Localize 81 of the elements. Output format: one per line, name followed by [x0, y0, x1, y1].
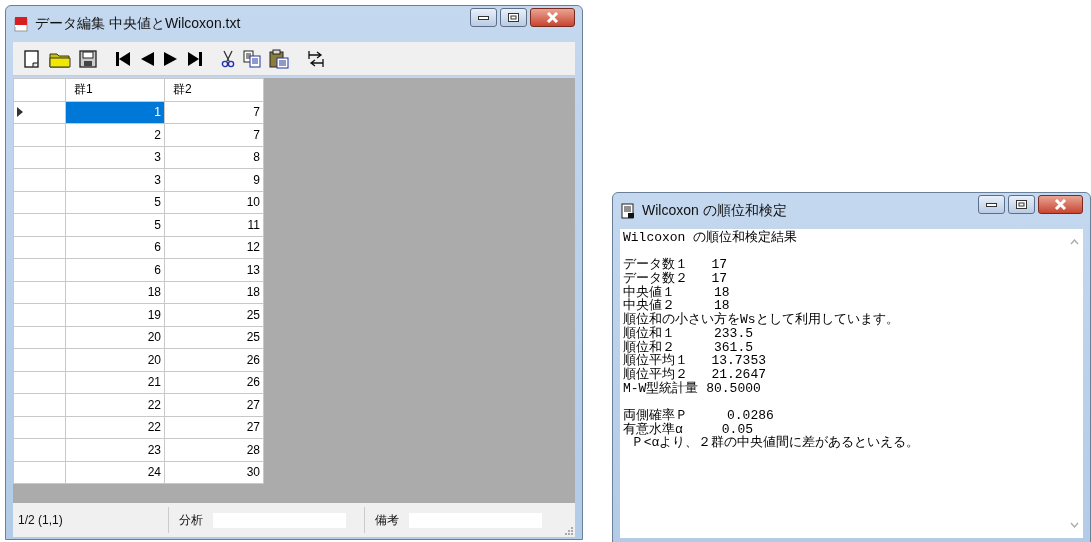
save-icon [79, 49, 97, 68]
previous-icon [139, 50, 155, 67]
scroll-up-icon [1070, 239, 1079, 245]
table-cell[interactable]: 7 [164, 123, 264, 146]
table-cell[interactable]: 10 [164, 191, 264, 214]
table-cell[interactable]: 5 [65, 191, 165, 214]
scroll-down-icon [1070, 522, 1079, 528]
maximize-icon [1016, 200, 1027, 209]
table-cell[interactable]: 7 [164, 101, 264, 124]
minimize-icon [478, 15, 489, 20]
notebook-icon [13, 16, 29, 32]
table-cell[interactable]: 25 [164, 303, 264, 326]
table-cell[interactable]: 11 [164, 213, 264, 236]
table-cell[interactable]: 21 [65, 371, 165, 394]
result-line: データ数１ 17 [623, 258, 728, 273]
last-record-icon [187, 50, 203, 67]
corner-cell [13, 78, 66, 101]
result-line: 順位平均２ 21.2647 [623, 367, 767, 382]
paste-icon [269, 48, 289, 69]
resize-grip-icon [565, 527, 573, 535]
table-cell[interactable]: 18 [65, 281, 165, 304]
window-title: データ編集 中央値とWilcoxon.txt [35, 15, 242, 33]
close-button[interactable] [530, 8, 575, 27]
table-cell[interactable]: 27 [164, 393, 264, 416]
minimize-icon [986, 202, 997, 207]
table-cell[interactable]: 18 [164, 281, 264, 304]
next-icon [163, 50, 179, 67]
result-line: 順位和の小さい方をWsとして利用しています。 [623, 313, 900, 327]
table-cell[interactable]: 20 [65, 326, 165, 349]
table-cell[interactable]: 19 [65, 303, 165, 326]
table-cell[interactable]: 30 [164, 461, 264, 484]
table-cell[interactable]: 13 [164, 258, 264, 281]
result-line: 両側確率Ｐ 0.0286 [623, 408, 775, 423]
table-cell[interactable]: 6 [65, 258, 165, 281]
table-cell[interactable]: 9 [164, 168, 264, 191]
table-cell[interactable]: 26 [164, 348, 264, 371]
close-icon [1054, 199, 1067, 210]
first-record-icon [115, 50, 131, 67]
status-label: 分析 [179, 511, 203, 529]
close-button[interactable] [1038, 195, 1083, 214]
column-header[interactable]: 群2 [164, 78, 264, 101]
scissors-icon [221, 49, 235, 68]
maximize-button[interactable] [1008, 195, 1035, 214]
window-title: Wilcoxon の順位和検定 [642, 202, 788, 220]
maximize-button[interactable] [500, 8, 527, 27]
current-row-icon [17, 107, 23, 118]
table-cell[interactable]: 28 [164, 438, 264, 461]
table-cell[interactable]: 22 [65, 416, 165, 439]
table-cell[interactable]: 23 [65, 438, 165, 461]
close-icon [546, 12, 559, 23]
table-cell[interactable]: 6 [65, 236, 165, 259]
table-cell[interactable]: 26 [164, 371, 264, 394]
result-line: 順位平均１ 13.7353 [623, 354, 767, 368]
table-cell[interactable]: 8 [164, 146, 264, 169]
result-line: 順位和１ 233.5 [623, 326, 754, 341]
table-cell[interactable]: 27 [164, 416, 264, 439]
table-cell[interactable]: 20 [65, 348, 165, 371]
document-icon [620, 203, 636, 219]
status-position: 1/2 (1,1) [17, 513, 64, 527]
table-cell[interactable]: 24 [65, 461, 165, 484]
table-cell[interactable]: 12 [164, 236, 264, 259]
table-cell[interactable]: 25 [164, 326, 264, 349]
tab-arrows-icon [307, 49, 325, 68]
column-header[interactable]: 群1 [65, 78, 165, 101]
table-cell[interactable]: 3 [65, 168, 165, 191]
row-header[interactable] [13, 101, 66, 124]
table-cell[interactable]: 5 [65, 213, 165, 236]
table-cell[interactable]: 2 [65, 123, 165, 146]
minimize-button[interactable] [470, 8, 497, 27]
result-line: データ数２ 17 [623, 272, 728, 286]
minimize-button[interactable] [978, 195, 1005, 214]
result-line: Wilcoxon の順位和検定結果 [623, 231, 799, 245]
new-file-icon [23, 48, 41, 69]
table-cell[interactable]: 22 [65, 393, 165, 416]
table-cell[interactable]: 3 [65, 146, 165, 169]
status-label: 備考 [375, 511, 399, 529]
result-line: Ｐ<αより、２群の中央値間に差があるといえる。 [629, 436, 921, 450]
copy-icon [243, 49, 261, 68]
result-line: 中央値１ 18 [623, 285, 731, 300]
maximize-icon [508, 13, 519, 22]
result-line: M-W型統計量 80.5000 [623, 381, 762, 396]
